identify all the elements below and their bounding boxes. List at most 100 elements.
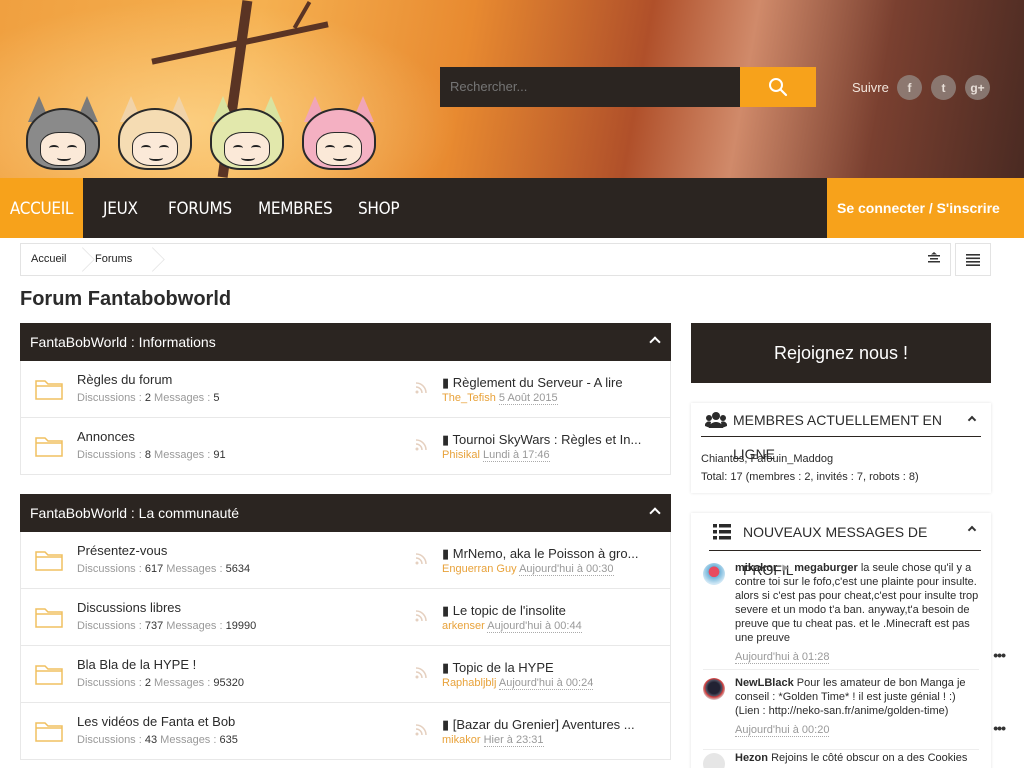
sidebar-toggle-button[interactable] [955,243,991,276]
search-input[interactable] [440,67,740,107]
search-button[interactable] [740,67,816,107]
last-post-title[interactable]: ▮ [Bazar du Grenier] Aventures ... [442,717,662,733]
forum-node: Discussions libres Discussions : 737 Mes… [20,589,671,646]
list-icon [713,524,731,540]
folder-icon [35,608,63,628]
online-members-list[interactable]: Chiantos, Fafouin_Maddog [701,453,833,465]
users-icon [705,412,727,428]
nav-shop[interactable]: Shop [358,178,400,238]
collapse-chevron-icon[interactable] [967,525,977,535]
banner-characters [20,96,382,178]
post-author[interactable]: Hezon [735,752,768,764]
rss-icon[interactable] [415,553,427,565]
forum-title[interactable]: Les vidéos de Fanta et Bob [77,714,235,729]
search-icon [769,78,788,97]
last-post-date[interactable]: Aujourd'hui à 00:30 [519,563,614,576]
jump-to-top-icon[interactable] [927,252,941,266]
category-header[interactable]: FantaBobWorld : Informations [20,323,671,361]
post-meta: Aujourd'hui à 01:28 ••• [735,647,1006,665]
post-author[interactable]: NewLBlack [735,677,794,689]
book-icon: ▮ [442,375,453,390]
twitter-icon[interactable]: t [931,75,956,100]
nav-jeux[interactable]: Jeux [103,178,138,238]
last-post-date[interactable]: Hier à 23:31 [483,734,544,747]
last-post-title[interactable]: ▮ Règlement du Serveur - A lire [442,375,662,391]
forum-title[interactable]: Bla Bla de la HYPE ! [77,657,196,672]
last-post-meta: Raphabljblj Aujourd'hui à 00:24 [442,677,594,690]
last-post-meta: arkenser Aujourd'hui à 00:44 [442,620,582,633]
widget-header[interactable]: Nouveaux messages de profil [709,513,981,578]
book-icon: ▮ [442,546,453,561]
breadcrumb-forums[interactable]: Forums [95,244,132,275]
forum-stats: Discussions : 2 Messages : 95320 [77,677,244,689]
folder-icon [35,665,63,685]
last-post-user[interactable]: arkenser [442,620,485,632]
facebook-icon[interactable]: f [897,75,922,100]
category-header[interactable]: FantaBobWorld : La communauté [20,494,671,532]
profile-post-text: Hezon Rejoins le côté obscur on a des Co… [735,751,979,765]
follow-label: Suivre [852,80,889,95]
nav-accueil[interactable]: Accueil [0,178,83,238]
profile-post: mikakor ► megaburger la seule chose qu'i… [691,561,1006,665]
forum-node: Règles du forum Discussions : 2 Messages… [20,361,671,418]
google-plus-icon[interactable]: g+ [965,75,990,100]
avatar[interactable] [703,678,725,700]
forum-node: Annonces Discussions : 8 Messages : 91 ▮… [20,418,671,475]
last-post-meta: Phisikal Lundi à 17:46 [442,449,550,462]
breadcrumb-home[interactable]: Accueil [31,244,66,275]
last-post-user[interactable]: The_Tefish [442,392,496,404]
nav-membres[interactable]: Membres [258,178,333,238]
nav-forums[interactable]: Forums [168,178,232,238]
arrow-right-icon: ► [780,562,792,574]
last-post-date[interactable]: Lundi à 17:46 [482,449,550,462]
forum-stats: Discussions : 617 Messages : 5634 [77,563,251,575]
last-post-title[interactable]: ▮ Tournoi SkyWars : Règles et In... [442,432,662,448]
widget-header[interactable]: Membres actuellement en ligne [701,403,981,462]
collapse-chevron-icon[interactable] [967,415,977,425]
last-post-title[interactable]: ▮ Topic de la HYPE [442,660,662,676]
last-post-user[interactable]: mikakor [442,734,481,746]
post-author[interactable]: mikakor [735,562,777,574]
last-post-title[interactable]: ▮ Le topic de l'insolite [442,603,662,619]
post-target[interactable]: megaburger [794,562,858,574]
forum-title[interactable]: Annonces [77,429,135,444]
collapse-chevron-icon[interactable] [649,507,661,519]
post-date[interactable]: Aujourd'hui à 00:20 [735,724,830,737]
forum-title[interactable]: Règles du forum [77,372,172,387]
rss-icon[interactable] [415,724,427,736]
join-us-button[interactable]: Rejoignez nous ! [691,323,991,383]
profile-post-text: mikakor ► megaburger la seule chose qu'i… [735,561,979,645]
forum-node: Les vidéos de Fanta et Bob Discussions :… [20,703,671,760]
forum-node: Présentez-vous Discussions : 617 Message… [20,532,671,589]
folder-icon [35,722,63,742]
forum-title[interactable]: Discussions libres [77,600,181,615]
avatar[interactable] [703,753,725,768]
more-options-icon[interactable]: ••• [993,647,1006,663]
last-post-date[interactable]: Aujourd'hui à 00:44 [487,620,582,633]
divider [703,749,979,750]
category-title: FantaBobWorld : Informations [30,334,216,350]
forum-title[interactable]: Présentez-vous [77,543,167,558]
forum-stats: Discussions : 737 Messages : 19990 [77,620,257,632]
last-post-user[interactable]: Enguerran Guy [442,563,517,575]
last-post-title[interactable]: ▮ MrNemo, aka le Poisson à gro... [442,546,662,562]
book-icon: ▮ [442,660,453,675]
character-blonde [112,96,198,178]
post-date[interactable]: Aujourd'hui à 01:28 [735,651,830,664]
profile-post: NewLBlack Pour les amateur de bon Manga … [691,676,1006,738]
last-post-date[interactable]: 5 Août 2015 [498,392,558,405]
rss-icon[interactable] [415,382,427,394]
last-post-date[interactable]: Aujourd'hui à 00:24 [498,677,594,690]
character-gray [20,96,106,178]
login-register-link[interactable]: Se connecter / S'inscrire [827,178,1024,238]
rss-icon[interactable] [415,667,427,679]
avatar[interactable] [703,563,725,585]
rss-icon[interactable] [415,439,427,451]
online-total: Total: 17 (membres : 2, invités : 7, rob… [701,471,919,483]
collapse-chevron-icon[interactable] [649,336,661,348]
post-body: Rejoins le côté obscur on a des Cookies [771,752,968,764]
rss-icon[interactable] [415,610,427,622]
last-post-user[interactable]: Phisikal [442,449,480,461]
last-post-user[interactable]: Raphabljblj [442,677,496,689]
more-options-icon[interactable]: ••• [993,720,1006,736]
